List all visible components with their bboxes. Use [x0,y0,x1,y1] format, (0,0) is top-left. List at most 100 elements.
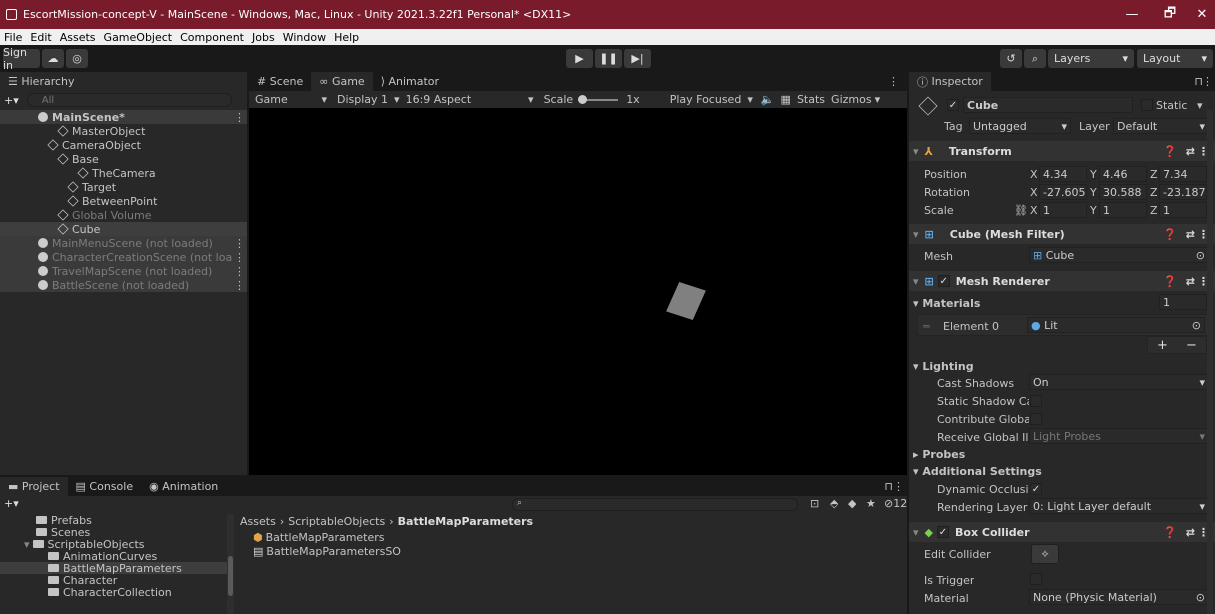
axis-y-label[interactable]: Y [1090,186,1097,199]
presets-icon[interactable]: ⇄ [1186,228,1195,241]
more-icon[interactable]: ⋮ [893,480,904,493]
help-icon[interactable]: ❓ [1163,228,1177,241]
mesh-renderer-enabled-checkbox[interactable]: ✓ [937,275,950,287]
remove-element-button[interactable]: − [1186,338,1197,353]
display-dropdown[interactable]: Display 1 ▾ [337,93,400,106]
additional-settings-foldout[interactable]: ▾ Additional Settings [913,465,1042,478]
pause-button[interactable]: ❚❚ [595,49,622,68]
hierarchy-item[interactable]: MainScene* ⋮ [0,110,247,124]
rotation-z-field[interactable]: -23.187 [1159,184,1207,200]
help-icon[interactable]: ❓ [1163,526,1177,539]
object-picker-icon[interactable]: ⊙ [1192,319,1201,332]
position-y-field[interactable]: 4.46 [1099,166,1147,182]
scene-menu-icon[interactable]: ⋮ [234,265,245,278]
box-collider-enabled-checkbox[interactable]: ✓ [937,526,949,538]
materials-foldout[interactable]: ▾ Materials [913,297,980,310]
menu-help[interactable]: Help [330,31,363,44]
presets-icon[interactable]: ⇄ [1186,145,1195,158]
transform-header[interactable]: ▾ ⅄ Transform ❓ ⇄ ⋮ [909,141,1215,161]
tag-icon[interactable]: ◆ [848,497,856,510]
materials-count-field[interactable]: 1 [1159,294,1207,310]
position-x-field[interactable]: 4.34 [1039,166,1087,182]
hierarchy-item[interactable]: MainMenuScene (not loaded) ⋮ [0,236,247,250]
tab-animator[interactable]: ⟩ Animator [373,72,447,91]
menu-component[interactable]: Component [176,31,248,44]
hierarchy-item[interactable]: CameraObject [0,138,247,152]
scale-slider-handle[interactable] [578,94,588,104]
stats-button[interactable]: Stats [797,93,825,106]
aspect-dropdown[interactable]: 16:9 Aspect ▾ [406,93,534,106]
project-folder-item[interactable]: Scenes [0,526,227,539]
project-folder-item[interactable]: Prefabs [0,514,227,527]
tab-animation[interactable]: ◉ Animation [141,477,226,496]
static-dropdown-icon[interactable]: ▾ [1197,99,1203,112]
search-icon[interactable]: ⌕ [1024,49,1046,68]
axis-z-label[interactable]: Z [1150,168,1158,181]
display-mode-dropdown[interactable]: Game ▾ [255,93,327,106]
help-icon[interactable]: ❓ [1163,145,1177,158]
breadcrumb-assets[interactable]: Assets [240,515,276,528]
tab-hierarchy[interactable]: ☰ Hierarchy [0,72,247,91]
axis-x-label[interactable]: X [1030,204,1038,217]
foldout-icon[interactable]: ▾ [24,538,30,551]
hierarchy-item[interactable]: Global Volume [0,208,247,222]
hierarchy-item[interactable]: CharacterCreationScene (not loa ⋮ [0,250,247,264]
hierarchy-item[interactable]: TravelMapScene (not loaded) ⋮ [0,264,247,278]
history-icon[interactable]: ↺ [1000,49,1022,68]
mesh-field[interactable]: ⊞ Cube ⊙ [1029,247,1209,263]
layout-dropdown[interactable]: Layout ▾ [1137,49,1213,68]
object-picker-icon[interactable]: ⊙ [1196,591,1205,604]
mesh-filter-header[interactable]: ▾ ⊞ Cube (Mesh Filter) ❓ ⇄ ⋮ [909,224,1215,244]
axis-z-label[interactable]: Z [1150,204,1158,217]
active-checkbox[interactable]: ✓ [947,99,959,111]
inspector-scrollbar[interactable] [1207,110,1213,614]
hierarchy-item[interactable]: TheCamera [0,166,247,180]
dynamic-occlusion-checkbox[interactable]: ✓ [1030,483,1042,495]
edit-collider-button[interactable]: ⟡ [1031,544,1059,564]
tab-console[interactable]: ▤ Console [68,477,142,496]
presets-icon[interactable]: ⇄ [1186,526,1195,539]
axis-y-label[interactable]: Y [1090,168,1097,181]
tag-dropdown[interactable]: Untagged ▾ [969,118,1071,134]
rotation-y-field[interactable]: 30.588 [1099,184,1147,200]
project-folder-item[interactable]: BattleMapParameters [0,562,227,575]
mute-icon[interactable]: 🔈 [761,93,775,106]
project-search-input[interactable]: ⌕ [512,498,798,511]
scrollbar-thumb[interactable] [228,556,233,596]
layers-dropdown[interactable]: Layers ▾ [1048,49,1134,68]
menu-file[interactable]: File [0,31,26,44]
menu-edit[interactable]: Edit [26,31,55,44]
more-icon[interactable]: ⋮ [1202,75,1213,88]
layer-dropdown[interactable]: Default ▾ [1113,118,1209,134]
add-icon[interactable]: +▾ [4,94,19,107]
contribute-gi-checkbox[interactable] [1030,413,1042,425]
presets-icon[interactable]: ⇄ [1186,275,1195,288]
file-item[interactable]: ▤ BattleMapParametersSO [253,544,401,558]
lock-icon[interactable]: ⊓ [884,480,893,493]
gizmos-dropdown[interactable]: Gizmos ▾ [831,93,880,106]
scale-y-field[interactable]: 1 [1099,202,1147,218]
hierarchy-item[interactable]: Target [0,180,247,194]
breadcrumb-battlemapparameters[interactable]: BattleMapParameters [398,515,533,528]
project-folder-item[interactable]: AnimationCurves [0,550,227,563]
rotation-x-field[interactable]: -27.605 [1039,184,1087,200]
hidden-packages-icon[interactable]: ⊘12 [884,497,907,510]
axis-x-label[interactable]: X [1030,168,1038,181]
hierarchy-item[interactable]: Cube [0,222,247,236]
help-icon[interactable]: ❓ [1163,275,1177,288]
constrain-proportions-icon[interactable]: ⛓ [1014,204,1028,217]
scene-menu-icon[interactable]: ⋮ [234,279,245,292]
scale-slider[interactable] [578,94,619,104]
close-button[interactable]: ✕ [1180,0,1215,29]
hierarchy-item[interactable]: BattleScene (not loaded) ⋮ [0,278,247,292]
breadcrumb-scriptableobjects[interactable]: ScriptableObjects [288,515,385,528]
axis-z-label[interactable]: Z [1150,186,1158,199]
mesh-renderer-header[interactable]: ▾ ⊞ ✓ Mesh Renderer ❓ ⇄ ⋮ [909,271,1215,291]
project-folder-item[interactable]: CharacterCollection [0,586,227,599]
step-button[interactable]: ▶| [624,49,651,68]
scene-menu-icon[interactable]: ⋮ [234,237,245,250]
lighting-foldout[interactable]: ▾ Lighting [913,360,974,373]
folder-tree-scrollbar[interactable] [227,514,234,614]
tab-inspector[interactable]: ⓘ Inspector [909,72,991,91]
axis-x-label[interactable]: X [1030,186,1038,199]
